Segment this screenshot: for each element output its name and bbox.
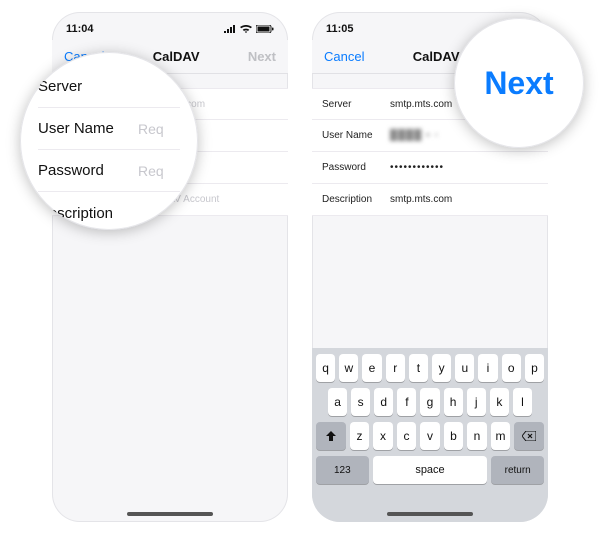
backspace-key[interactable] (514, 422, 544, 450)
key-h[interactable]: h (444, 388, 463, 416)
lens-label-username: User Name (38, 120, 138, 137)
status-icons (224, 25, 274, 33)
numbers-key[interactable]: 123 (316, 456, 369, 484)
key-r[interactable]: r (386, 354, 405, 382)
key-j[interactable]: j (467, 388, 486, 416)
key-x[interactable]: x (373, 422, 392, 450)
keyboard-row-2: asdfghjkl (316, 388, 544, 416)
shift-key[interactable] (316, 422, 346, 450)
keyboard-row-3: zxcvbnm (316, 422, 544, 450)
lens-ph-password: Req (138, 163, 164, 179)
row-description[interactable]: Description smtp.mts.com (312, 184, 548, 216)
label-description: Description (322, 194, 390, 205)
value-password: •••••••••••• (390, 162, 538, 173)
lens-label-description: Description (38, 205, 138, 222)
lens-row-username: User Name Req (38, 108, 180, 150)
key-e[interactable]: e (362, 354, 381, 382)
magnifier-next-button: Next (454, 18, 584, 148)
key-s[interactable]: s (351, 388, 370, 416)
status-bar: 11:04 (52, 12, 288, 40)
nav-title: CalDAV (413, 49, 460, 64)
key-d[interactable]: d (374, 388, 393, 416)
value-description: smtp.mts.com (390, 194, 538, 205)
key-l[interactable]: l (513, 388, 532, 416)
key-o[interactable]: o (502, 354, 521, 382)
key-v[interactable]: v (420, 422, 439, 450)
lens-row-password: Password Req (38, 150, 180, 192)
lens-label-server: Server (38, 78, 138, 95)
status-time: 11:04 (66, 23, 94, 35)
key-b[interactable]: b (444, 422, 463, 450)
key-t[interactable]: t (409, 354, 428, 382)
magnifier-form-fields: Server User Name Req Password Req Descri… (20, 52, 198, 230)
label-username: User Name (322, 130, 390, 141)
keyboard-row-1: qwertyuiop (316, 354, 544, 382)
home-indicator (387, 512, 473, 516)
key-c[interactable]: c (397, 422, 416, 450)
next-button-disabled: Next (248, 49, 276, 64)
label-server: Server (322, 99, 390, 110)
key-k[interactable]: k (490, 388, 509, 416)
key-y[interactable]: y (432, 354, 451, 382)
key-m[interactable]: m (491, 422, 510, 450)
key-u[interactable]: u (455, 354, 474, 382)
lens-row-description: Description (38, 192, 180, 230)
return-key[interactable]: return (491, 456, 544, 484)
key-g[interactable]: g (420, 388, 439, 416)
lens-next-label[interactable]: Next (454, 18, 584, 148)
space-key[interactable]: space (373, 456, 488, 484)
key-w[interactable]: w (339, 354, 358, 382)
key-q[interactable]: q (316, 354, 335, 382)
key-i[interactable]: i (478, 354, 497, 382)
keyboard-row-4: 123 space return (316, 456, 544, 484)
ios-keyboard: qwertyuiop asdfghjkl zxcvbnm 123 space r… (312, 348, 548, 522)
home-indicator (127, 512, 213, 516)
label-password: Password (322, 162, 390, 173)
cancel-button[interactable]: Cancel (324, 49, 364, 64)
key-f[interactable]: f (397, 388, 416, 416)
lens-label-password: Password (38, 162, 138, 179)
row-password[interactable]: Password •••••••••••• (312, 152, 548, 184)
key-p[interactable]: p (525, 354, 544, 382)
key-a[interactable]: a (328, 388, 347, 416)
key-z[interactable]: z (350, 422, 369, 450)
lens-row-server: Server (38, 66, 180, 108)
key-n[interactable]: n (467, 422, 486, 450)
status-time: 11:05 (326, 23, 354, 35)
lens-ph-username: Req (138, 121, 164, 137)
